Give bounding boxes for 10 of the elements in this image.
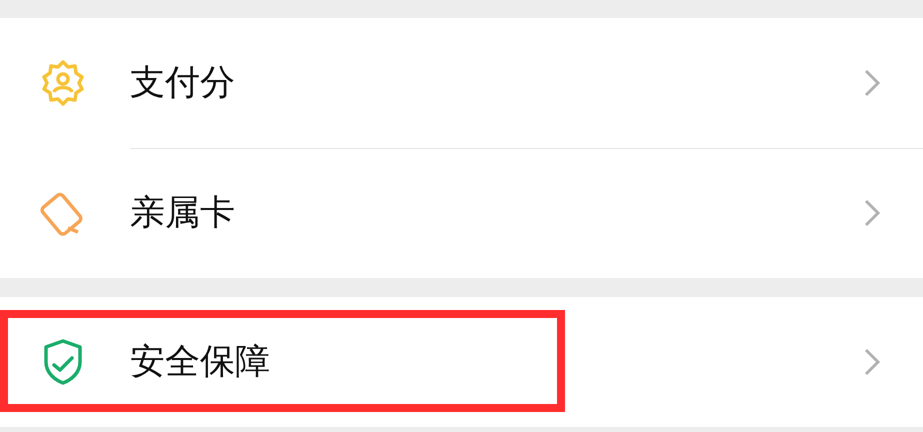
menu-label: 支付分 xyxy=(130,66,235,100)
chevron-icon xyxy=(863,347,881,377)
menu-label: 安全保障 xyxy=(130,344,270,380)
chevron-icon xyxy=(863,68,881,98)
menu-label: 亲属卡 xyxy=(130,196,235,230)
chevron-icon xyxy=(863,198,881,228)
menu-item[interactable]: 亲属卡 xyxy=(0,148,923,278)
menu-item[interactable]: 安全保障 xyxy=(0,297,923,427)
menu-item[interactable]: 支付分 xyxy=(0,18,923,148)
badge-icon xyxy=(39,59,87,107)
